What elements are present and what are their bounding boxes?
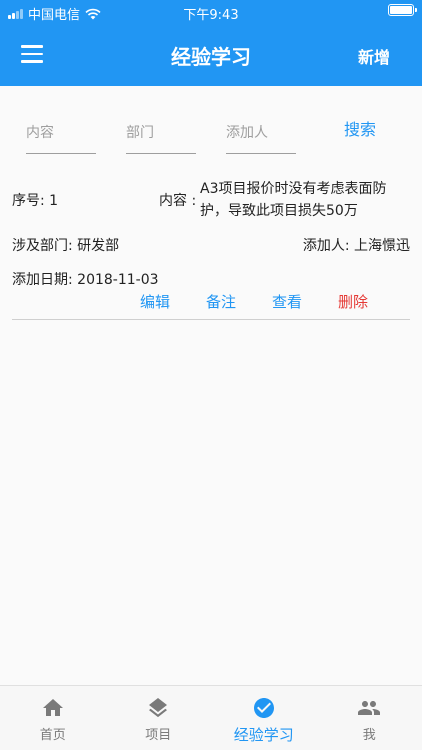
layers-icon [149, 698, 168, 718]
nav-label-experience: 经验学习 [233, 726, 294, 744]
view-button[interactable]: 查看 [272, 291, 302, 312]
people-icon [358, 701, 381, 715]
department-search-input[interactable] [126, 112, 196, 154]
delete-button[interactable]: 删除 [338, 291, 368, 312]
adder-search-input[interactable] [226, 112, 296, 154]
nav-item-projects[interactable]: 项目 [106, 686, 212, 750]
nav-label-me: 我 [362, 728, 376, 743]
check-circle-icon [253, 698, 274, 718]
record-seq: 序号: 1 [12, 193, 59, 209]
edit-button[interactable]: 编辑 [140, 291, 170, 312]
nav-item-home[interactable]: 首页 [0, 686, 106, 750]
nav-item-me[interactable]: 我 [317, 686, 422, 750]
record-adder: 添加人: 上海憬迅 [302, 238, 410, 254]
battery-icon [388, 4, 417, 16]
note-button[interactable]: 备注 [206, 291, 236, 312]
record-content: A3项目报价时没有考虑表面防护，导致此项目损失50万 [200, 181, 387, 219]
app-bar: 经验学习 新增 [0, 24, 422, 86]
bottom-nav: 首页 项目 经验学习 我 [0, 685, 422, 750]
app-header: 中国电信 下午9:43 经验学习 新增 [0, 0, 422, 86]
nav-label-home: 首页 [39, 728, 66, 743]
nav-item-experience[interactable]: 经验学习 [211, 686, 317, 750]
add-button[interactable]: 新增 [358, 44, 390, 68]
status-bar: 中国电信 下午9:43 [0, 0, 422, 24]
content-search-input[interactable] [26, 112, 96, 154]
menu-icon[interactable] [21, 45, 43, 63]
nav-label-projects: 项目 [145, 728, 172, 743]
status-time: 下午9:43 [183, 8, 239, 23]
search-button[interactable]: 搜索 [344, 116, 376, 140]
record-department: 涉及部门: 研发部 [12, 238, 120, 254]
record-date: 添加日期: 2018-11-03 [12, 272, 159, 288]
status-right [388, 4, 417, 16]
record-actions: 编辑 备注 查看 删除 [140, 291, 368, 312]
search-bar: 搜索 [0, 100, 422, 160]
record-content-label: 内容 : [159, 193, 197, 209]
home-icon [42, 699, 63, 716]
list-item: 序号: 1 内容 : A3项目报价时没有考虑表面防护，导致此项目损失50万 涉及… [12, 172, 410, 320]
